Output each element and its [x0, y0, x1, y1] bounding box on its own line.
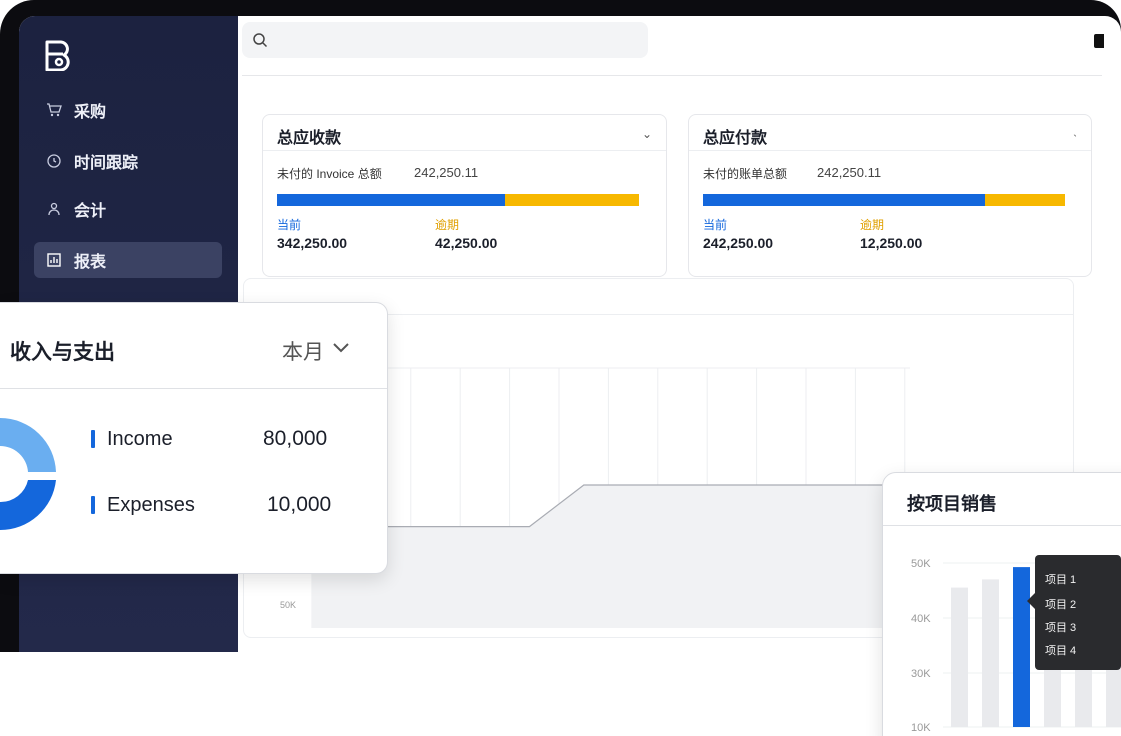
y-tick-label: 50K — [911, 558, 931, 570]
current-label: 当前 — [277, 218, 302, 232]
y-tick-label: 50K — [280, 600, 296, 610]
income-label: Income — [107, 428, 173, 450]
expenses-label: Expenses — [107, 494, 195, 516]
app-logo-icon — [45, 40, 70, 71]
bar — [982, 579, 999, 727]
report-icon — [47, 253, 61, 267]
sidebar-item-label: 报表 — [74, 254, 107, 271]
sidebar-item-label: 时间跟踪 — [74, 155, 139, 172]
expenses-legend-mark — [91, 496, 95, 514]
income-value: 80,000 — [263, 427, 328, 450]
overdue-label: 逾期 — [860, 218, 885, 232]
current-label: 当前 — [703, 218, 728, 232]
sidebar-item-time-tracking[interactable]: 时间跟踪 — [34, 143, 222, 179]
tooltip-item: 项目 2 — [1045, 599, 1077, 611]
payables-progress-bar — [703, 194, 1065, 206]
income-legend-mark — [91, 430, 95, 448]
search-icon — [253, 33, 268, 48]
overdue-label: 逾期 — [435, 218, 460, 232]
tooltip-item: 项目 3 — [1045, 622, 1077, 634]
chevron-down-icon[interactable] — [332, 341, 350, 353]
unpaid-value: 242,250.11 — [414, 165, 479, 180]
chevron-down-icon[interactable]: ˴ — [1073, 127, 1077, 141]
receivables-progress-bar — [277, 194, 639, 206]
header-divider — [242, 75, 1102, 76]
tooltip-item: 项目 1 — [1045, 574, 1077, 586]
bar — [951, 587, 968, 727]
card-title: 总应收款 — [277, 130, 342, 147]
search-input[interactable] — [242, 22, 648, 58]
current-segment — [703, 194, 985, 206]
expenses-value: 10,000 — [267, 493, 332, 516]
unpaid-label: 未付的账单总额 — [703, 167, 788, 181]
card-divider — [0, 388, 387, 389]
overdue-value: 42,250.00 — [435, 235, 498, 251]
period-select[interactable]: 本月 — [282, 336, 324, 366]
sidebar-item-reports[interactable]: 报表 — [34, 242, 222, 278]
area-fill — [312, 485, 910, 628]
current-value: 342,250.00 — [277, 235, 348, 251]
sidebar-item-label: 会计 — [74, 203, 107, 220]
sidebar-item-accounting[interactable]: 会计 — [34, 191, 222, 227]
overdue-value: 12,250.00 — [860, 235, 923, 251]
header-action-button[interactable] — [1094, 34, 1104, 48]
unpaid-value: 242,250.11 — [817, 165, 882, 180]
sidebar-item-procurement[interactable]: 采购 — [34, 92, 222, 128]
card-divider — [883, 525, 1121, 526]
tooltip-item: 项目 4 — [1045, 645, 1077, 657]
y-tick-label: 40K — [911, 613, 931, 625]
y-tick-label: 10K — [911, 722, 931, 734]
current-segment — [277, 194, 505, 206]
card-divider — [689, 150, 1091, 151]
income-expense-donut — [0, 418, 56, 531]
card-title: 按项目销售 — [907, 494, 997, 514]
cart-icon — [47, 103, 62, 117]
clock-icon — [47, 154, 61, 168]
unpaid-label: 未付的 Invoice 总额 — [277, 167, 382, 181]
payables-card: 总应付款 ˴ 未付的账单总额 242,250.11 当前 逾期 242,250.… — [688, 114, 1092, 277]
card-title: 收入与支出 — [10, 341, 115, 364]
chart-tooltip: 项目 1 项目 2 项目 3 项目 4 — [1027, 555, 1121, 670]
user-icon — [48, 202, 60, 216]
current-value: 242,250.00 — [703, 235, 774, 251]
chevron-down-icon[interactable]: ⌄ — [642, 127, 652, 141]
y-tick-label: 30K — [911, 668, 931, 680]
card-divider — [263, 150, 666, 151]
card-title: 总应付款 — [703, 130, 768, 147]
sidebar-item-label: 采购 — [74, 104, 107, 121]
overdue-segment — [505, 194, 639, 206]
bar — [1013, 567, 1030, 727]
overdue-segment — [985, 194, 1065, 206]
receivables-card: 总应收款 ⌄ 未付的 Invoice 总额 242,250.11 当前 逾期 3… — [262, 114, 667, 277]
